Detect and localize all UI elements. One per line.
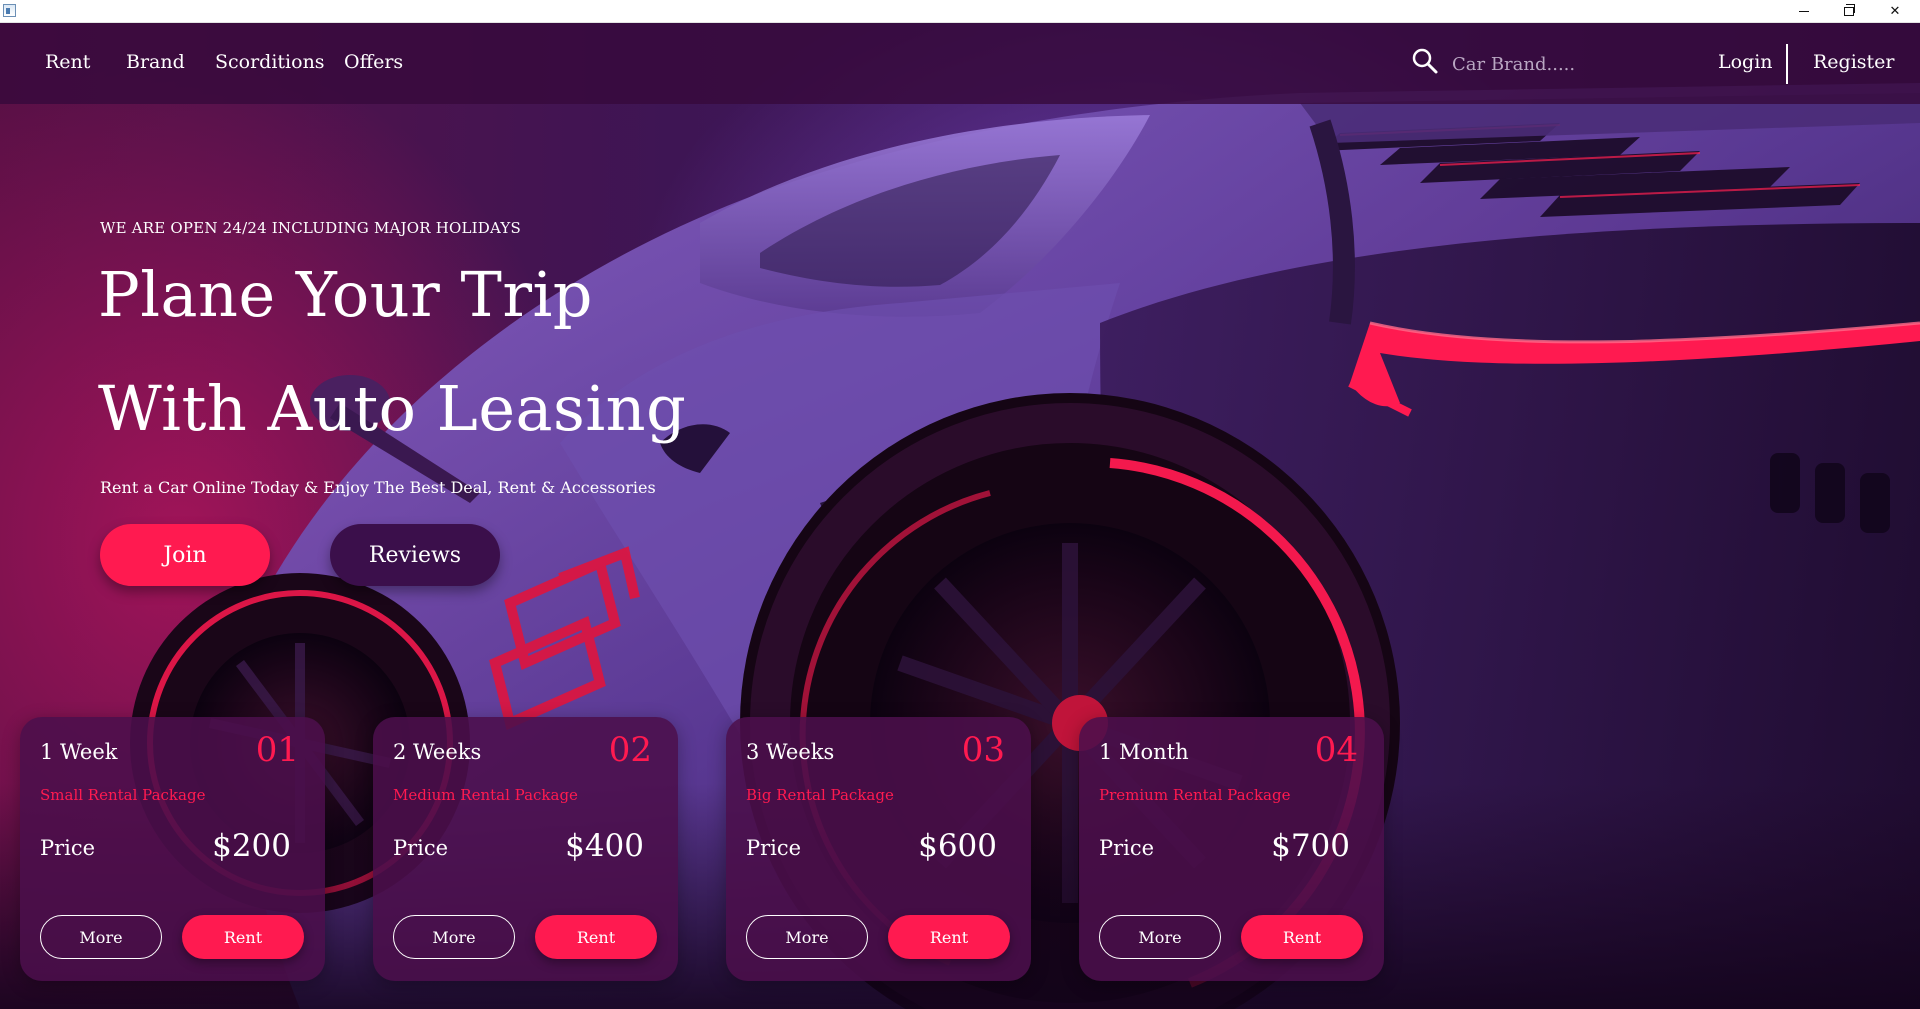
package-title: 1 Month (1099, 740, 1189, 764)
opening-hours-text: WE ARE OPEN 24/24 INCLUDING MAJOR HOLIDA… (100, 219, 522, 237)
package-number: 01 (255, 730, 299, 770)
rent-button[interactable]: Rent (888, 915, 1010, 959)
nav-item-scorditions[interactable]: Scorditions (215, 51, 325, 73)
search-icon[interactable] (1411, 47, 1439, 75)
package-number: 02 (608, 730, 652, 770)
reviews-button[interactable]: Reviews (330, 524, 500, 586)
rent-button[interactable]: Rent (1241, 915, 1363, 959)
car-brand-search-input[interactable] (1452, 49, 1632, 79)
package-subtitle: Premium Rental Package (1099, 786, 1291, 804)
price-value: $200 (212, 828, 291, 864)
more-button[interactable]: More (40, 915, 162, 959)
more-button[interactable]: More (1099, 915, 1221, 959)
package-card-2-weeks: 2 Weeks 02 Medium Rental Package Price $… (373, 717, 678, 981)
package-number: 03 (961, 730, 1005, 770)
nav-item-brand[interactable]: Brand (126, 51, 185, 73)
package-card-1-month: 1 Month 04 Premium Rental Package Price … (1079, 717, 1384, 981)
more-button[interactable]: More (393, 915, 515, 959)
minimize-icon (1799, 11, 1809, 12)
package-title: 1 Week (40, 740, 118, 764)
price-label: Price (393, 836, 449, 860)
package-title: 2 Weeks (393, 740, 482, 764)
package-subtitle: Small Rental Package (40, 786, 206, 804)
price-value: $400 (565, 828, 644, 864)
register-link[interactable]: Register (1813, 51, 1895, 73)
hero-headline-line2: With Auto Leasing (98, 372, 687, 445)
join-button[interactable]: Join (100, 524, 270, 586)
package-card-3-weeks: 3 Weeks 03 Big Rental Package Price $600… (726, 717, 1031, 981)
rent-button[interactable]: Rent (182, 915, 304, 959)
app-icon (3, 4, 16, 17)
nav-item-rent[interactable]: Rent (45, 51, 90, 73)
rent-button[interactable]: Rent (535, 915, 657, 959)
close-button[interactable]: ✕ (1873, 0, 1917, 23)
hero-headline-line1: Plane Your Trip (98, 258, 593, 331)
restore-button[interactable] (1827, 0, 1871, 23)
login-link[interactable]: Login (1718, 51, 1773, 73)
package-subtitle: Big Rental Package (746, 786, 894, 804)
price-label: Price (40, 836, 96, 860)
nav-item-offers[interactable]: Offers (344, 51, 403, 73)
window-titlebar: ✕ (0, 0, 1920, 23)
package-subtitle: Medium Rental Package (393, 786, 578, 804)
hero-tagline: Rent a Car Online Today & Enjoy The Best… (100, 478, 656, 497)
price-label: Price (1099, 836, 1155, 860)
close-icon: ✕ (1889, 4, 1901, 19)
minimize-button[interactable] (1782, 0, 1826, 23)
price-value: $700 (1271, 828, 1350, 864)
package-number: 04 (1314, 730, 1358, 770)
more-button[interactable]: More (746, 915, 868, 959)
nav-divider (1786, 44, 1788, 84)
restore-icon (1844, 4, 1855, 16)
package-card-1-week: 1 Week 01 Small Rental Package Price $20… (20, 717, 325, 981)
top-navbar: Rent Brand Scorditions Offers Login Regi… (0, 23, 1920, 104)
price-value: $600 (918, 828, 997, 864)
price-label: Price (746, 836, 802, 860)
package-title: 3 Weeks (746, 740, 835, 764)
